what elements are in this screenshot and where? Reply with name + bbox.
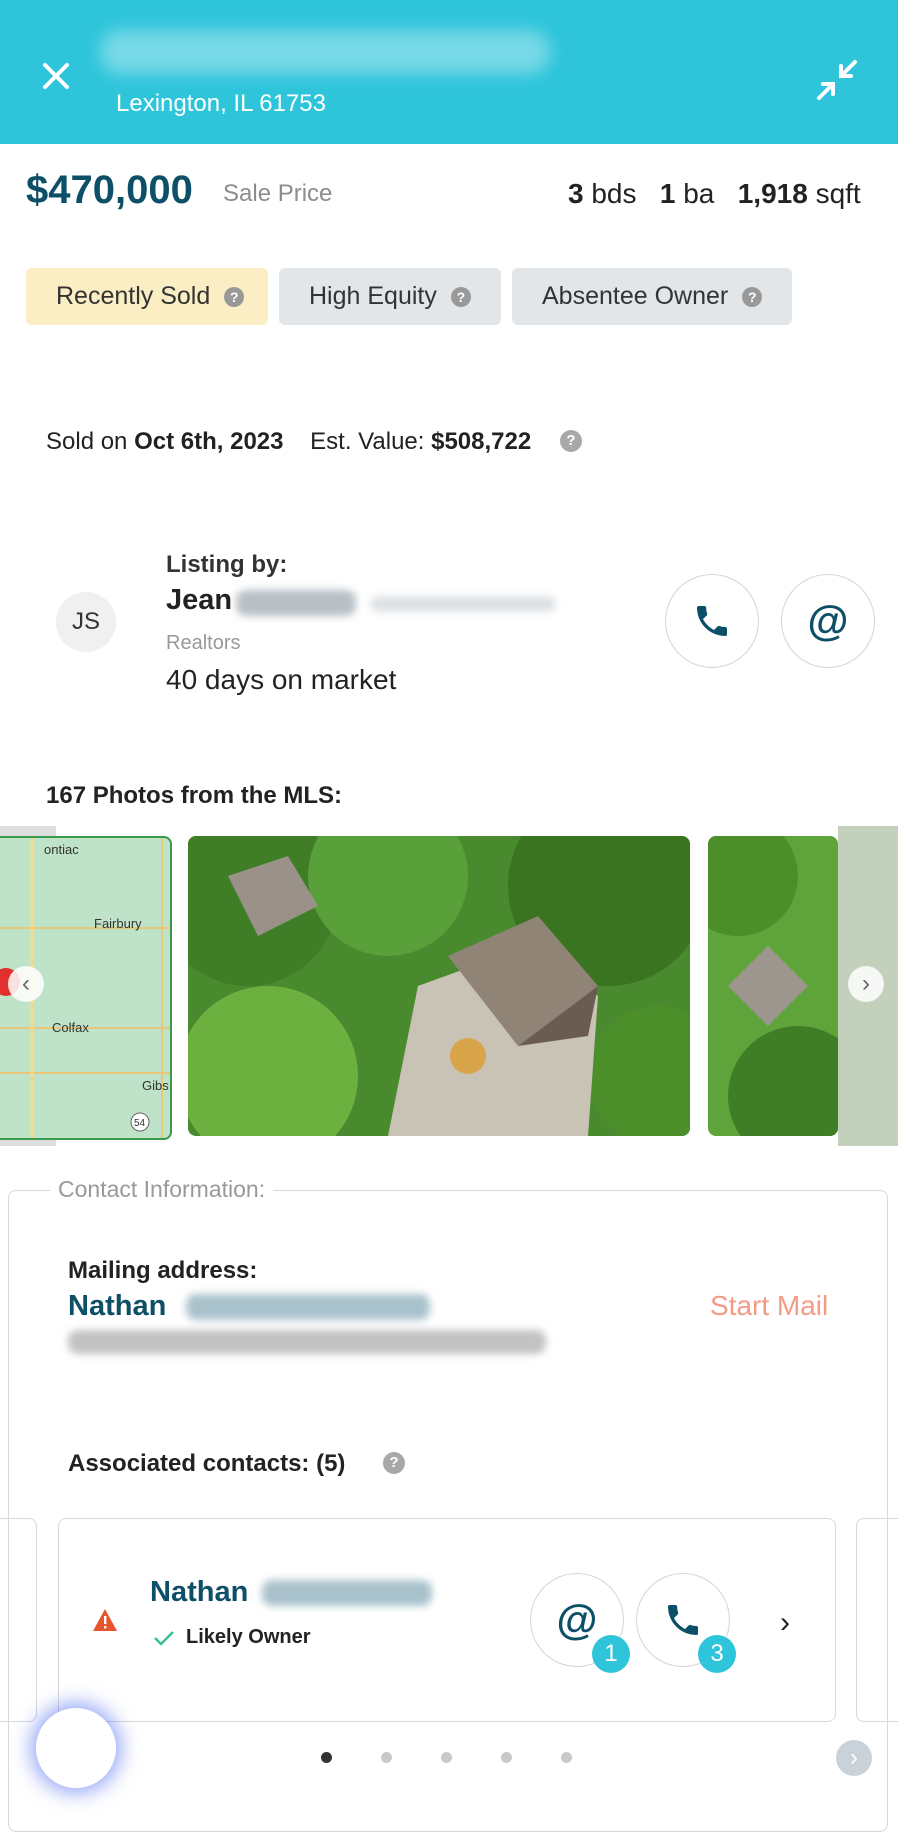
chevron-right-icon[interactable]: › — [848, 966, 884, 1002]
phone-icon — [668, 1605, 698, 1635]
pagination-dot[interactable] — [561, 1752, 572, 1763]
property-stats: 3 bds 1 ba 1,918 sqft — [568, 178, 861, 210]
beds-unit: bds — [591, 178, 637, 209]
sale-price: $470,000 — [26, 168, 193, 212]
call-agent-button[interactable] — [665, 574, 759, 668]
close-icon[interactable] — [38, 58, 74, 94]
contact-name: Nathan — [150, 1576, 249, 1608]
sale-info: Sold on Oct 6th, 2023 Est. Value: $508,7… — [46, 428, 531, 456]
tag-high-equity[interactable]: High Equity ? — [279, 268, 501, 325]
chevron-left-icon[interactable]: ‹ — [8, 966, 44, 1002]
contact-info-section — [8, 1190, 888, 1832]
at-icon: @ — [807, 597, 849, 644]
beds-value: 3 — [568, 178, 584, 209]
property-photo[interactable] — [188, 836, 690, 1136]
map-label: ontiac — [44, 842, 79, 857]
listing-by-label: Listing by: — [166, 551, 288, 578]
redacted-mailing-address — [68, 1330, 546, 1354]
est-value-label: Est. Value: — [310, 428, 425, 455]
pagination-dot[interactable] — [381, 1752, 392, 1763]
tag-label: High Equity — [309, 282, 437, 310]
baths-unit: ba — [683, 178, 715, 209]
mailing-name: Nathan — [68, 1290, 167, 1322]
agent-name: Jean — [166, 584, 233, 616]
property-photo[interactable] — [708, 836, 838, 1136]
redacted-contact-surname — [262, 1580, 432, 1606]
start-mail-link[interactable]: Start Mail — [710, 1290, 828, 1322]
pagination-dot[interactable] — [441, 1752, 452, 1763]
map-label: Fairbury — [94, 916, 142, 931]
redacted-address — [100, 30, 550, 74]
agent-avatar: JS — [56, 592, 116, 652]
aerial-photo — [188, 836, 690, 1136]
sold-date: Oct 6th, 2023 — [134, 428, 284, 455]
pagination-dot[interactable] — [321, 1752, 332, 1763]
aerial-photo — [708, 836, 838, 1136]
contact-status: Likely Owner — [186, 1626, 311, 1648]
redacted-mailing-surname — [186, 1294, 430, 1320]
contact-info-legend: Contact Information: — [50, 1176, 274, 1203]
redacted-agent-surname — [236, 590, 356, 616]
help-icon[interactable]: ? — [560, 430, 582, 452]
email-agent-button[interactable]: @ — [781, 574, 875, 668]
help-icon[interactable]: ? — [383, 1452, 405, 1474]
tag-recently-sold[interactable]: Recently Sold ? — [26, 268, 268, 325]
floating-action-button[interactable] — [36, 1708, 116, 1788]
map-label: Gibs — [142, 1078, 169, 1093]
days-on-market: 40 days on market — [166, 664, 397, 695]
chevron-right-icon[interactable]: › — [836, 1740, 872, 1776]
tag-label: Recently Sold — [56, 282, 211, 310]
header-subtitle: Lexington, IL 61753 — [116, 90, 326, 117]
likely-owner-status: Likely Owner — [152, 1626, 311, 1649]
help-icon[interactable]: ? — [450, 286, 471, 307]
help-icon[interactable]: ? — [224, 286, 245, 307]
warning-icon — [92, 1608, 118, 1637]
check-icon — [154, 1630, 174, 1646]
help-icon[interactable]: ? — [742, 286, 763, 307]
pagination-dot[interactable] — [501, 1752, 512, 1763]
redacted-brokerage — [370, 596, 556, 612]
map-label: Colfax — [52, 1020, 89, 1035]
map-label: 54 — [134, 1118, 146, 1129]
tag-absentee-owner[interactable]: Absentee Owner ? — [512, 268, 792, 325]
chevron-right-icon[interactable]: › — [780, 1606, 790, 1640]
sale-price-label: Sale Price — [223, 180, 333, 207]
associated-contacts-heading: Associated contacts: (5) — [68, 1450, 346, 1477]
baths-value: 1 — [659, 178, 676, 209]
brokerage-type: Realtors — [166, 632, 241, 654]
mailing-address-label: Mailing address: — [68, 1257, 258, 1284]
tag-label: Absentee Owner — [542, 282, 729, 310]
at-icon: @ — [556, 1596, 598, 1643]
est-value: $508,722 — [431, 428, 532, 455]
previous-contact-card[interactable] — [0, 1518, 37, 1722]
photos-heading: 167 Photos from the MLS: — [46, 782, 343, 809]
phone-count-badge: 3 — [698, 1635, 736, 1673]
sqft-value: 1,918 — [737, 178, 808, 209]
sqft-unit: sqft — [815, 178, 861, 209]
next-contact-card[interactable] — [856, 1518, 898, 1722]
phone-icon — [697, 606, 727, 636]
email-count-badge: 1 — [592, 1635, 630, 1673]
collapse-icon[interactable] — [815, 58, 859, 102]
sold-prefix: Sold on — [46, 428, 128, 455]
